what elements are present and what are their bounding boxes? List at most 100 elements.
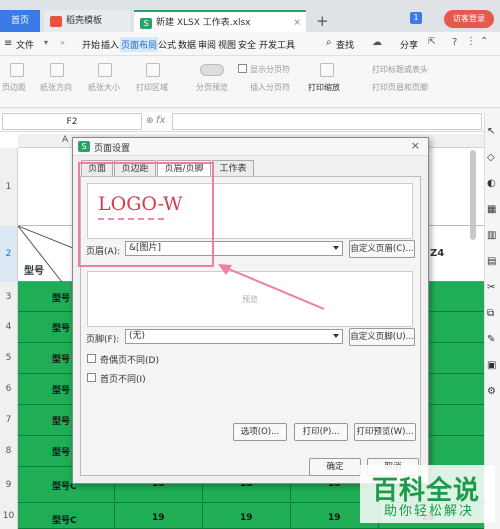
fx-label[interactable]: fx xyxy=(156,115,165,126)
spreadsheet-icon: S xyxy=(78,141,90,152)
shapes-icon[interactable]: ◇ xyxy=(487,152,495,163)
menu-formulas[interactable]: 公式 xyxy=(158,38,176,51)
margins-icon[interactable] xyxy=(10,63,24,77)
zoom-icon[interactable]: ⊕ xyxy=(146,116,154,126)
page-break-preview-button[interactable]: 分页预览 xyxy=(196,82,228,93)
vertical-scrollbar[interactable] xyxy=(470,150,476,240)
tab-home[interactable]: 首页 xyxy=(0,10,40,32)
footer-select-value: (无) xyxy=(129,331,146,341)
notification-badge[interactable]: 1 xyxy=(410,12,422,24)
menu-search[interactable]: 查找 xyxy=(336,38,354,51)
docer-icon xyxy=(50,16,62,27)
print-scale-button[interactable]: 打印缩放 xyxy=(308,82,340,93)
model-cell[interactable]: 型号 xyxy=(52,291,70,304)
dialog-title: 页面设置 xyxy=(94,144,131,154)
tools-icon[interactable]: ✂ xyxy=(487,282,495,293)
menu-home[interactable]: 开始 xyxy=(82,38,100,51)
paper-size-icon[interactable] xyxy=(98,63,112,77)
menu-file[interactable]: 文件 xyxy=(16,38,34,51)
help-icon[interactable]: ? xyxy=(452,37,457,48)
page-break-toggle[interactable] xyxy=(200,64,224,76)
value-cell[interactable]: 19 xyxy=(328,513,341,523)
row-header-4[interactable]: 4 xyxy=(0,312,18,343)
style-icon[interactable]: ◐ xyxy=(487,178,496,189)
tab-sheet[interactable]: 工作表 xyxy=(212,160,254,176)
new-tab-button[interactable]: + xyxy=(316,12,329,30)
close-icon[interactable]: × xyxy=(411,139,420,152)
odd-even-checkbox[interactable] xyxy=(87,354,96,363)
settings-icon[interactable]: ⚙ xyxy=(487,386,496,397)
row-header-2[interactable]: 2 xyxy=(0,226,18,282)
filter-icon[interactable]: ▤ xyxy=(487,256,496,267)
value-cell[interactable]: 19 xyxy=(152,513,165,523)
menu-data[interactable]: 数据 xyxy=(178,38,196,51)
row2-model-label: 型号 xyxy=(24,266,44,277)
show-page-break-checkbox[interactable] xyxy=(238,64,247,73)
footer-select[interactable]: (无) xyxy=(125,329,343,344)
model-cell[interactable]: 型号 xyxy=(52,352,70,365)
margins-button[interactable]: 页边距 xyxy=(2,82,26,93)
more-icon[interactable]: » xyxy=(60,38,65,47)
table-icon[interactable]: ▦ xyxy=(487,204,496,215)
hamburger-icon[interactable]: ≡ xyxy=(4,38,12,49)
close-tab-icon[interactable]: × xyxy=(293,12,301,34)
menu-page-layout[interactable]: 页面布局 xyxy=(120,37,159,52)
print-titles-button[interactable]: 打印标题或表头 xyxy=(372,64,428,75)
orientation-icon[interactable] xyxy=(50,63,64,77)
chart-icon[interactable]: ▥ xyxy=(487,230,496,241)
export-icon[interactable]: ⇱ xyxy=(428,37,436,47)
insert-page-break-button[interactable]: 插入分页符 xyxy=(250,82,290,93)
print-scale-icon[interactable] xyxy=(320,63,334,77)
orientation-button[interactable]: 纸张方向 xyxy=(40,82,72,93)
menu-insert[interactable]: 插入 xyxy=(101,38,119,51)
value-cell[interactable]: 19 xyxy=(240,513,253,523)
name-box[interactable]: F2 xyxy=(2,113,142,130)
cursor-icon[interactable]: ↖ xyxy=(487,126,495,137)
share-button[interactable]: 分享 xyxy=(400,38,418,51)
copy-icon[interactable]: ⧉ xyxy=(487,308,494,319)
formula-input[interactable] xyxy=(172,113,482,130)
options-button[interactable]: 选项(O)... xyxy=(233,423,287,441)
model-cell[interactable]: 型号 xyxy=(52,414,70,427)
highlight-box xyxy=(78,162,214,267)
model-cell[interactable]: 型号 xyxy=(52,445,70,458)
row-header-10[interactable]: 10 xyxy=(0,503,18,529)
spreadsheet-icon: S xyxy=(140,18,152,29)
custom-header-button[interactable]: 自定义页眉(C)... xyxy=(349,240,415,258)
paper-size-button[interactable]: 纸张大小 xyxy=(88,82,120,93)
model-cell[interactable]: 型号C xyxy=(52,513,77,526)
collapse-ribbon-icon[interactable]: ⌃ xyxy=(480,36,488,47)
cloud-icon[interactable]: ☁ xyxy=(372,37,382,48)
row-header-7[interactable]: 7 xyxy=(0,405,18,436)
print-button[interactable]: 打印(P)... xyxy=(294,423,348,441)
row-header-6[interactable]: 6 xyxy=(0,374,18,405)
print-header-footer-button[interactable]: 打印页眉和页脚 xyxy=(372,82,428,93)
tab-templates[interactable]: 稻壳模板 xyxy=(44,10,130,32)
print-area-icon[interactable] xyxy=(146,63,160,77)
footer-label: 页脚(F): xyxy=(86,335,120,345)
menu-developer[interactable]: 开发工具 xyxy=(259,38,295,51)
image-icon[interactable]: ▣ xyxy=(487,360,496,371)
note-icon[interactable]: ✎ xyxy=(487,334,495,345)
custom-footer-button[interactable]: 自定义页脚(U)... xyxy=(349,328,415,346)
row-header-9[interactable]: 9 xyxy=(0,467,18,503)
row-header-8[interactable]: 8 xyxy=(0,436,18,467)
menu-view[interactable]: 视图 xyxy=(218,38,236,51)
search-icon[interactable]: ⌕ xyxy=(326,37,332,48)
row-header-1[interactable]: 1 xyxy=(0,148,18,226)
tab-workbook[interactable]: S 新建 XLSX 工作表.xlsx × xyxy=(134,10,306,32)
row-header-5[interactable]: 5 xyxy=(0,343,18,374)
print-preview-button[interactable]: 打印预览(W)... xyxy=(354,423,416,441)
first-page-checkbox[interactable] xyxy=(87,373,96,382)
model-cell[interactable]: 型号 xyxy=(52,321,70,334)
ok-button[interactable]: 确定 xyxy=(309,458,361,476)
chevron-down-icon[interactable]: ▾ xyxy=(44,38,48,47)
column-a-header[interactable]: A xyxy=(62,135,68,145)
menu-review[interactable]: 审阅 xyxy=(198,38,216,51)
more-options-icon[interactable]: ⋮ xyxy=(466,36,476,47)
row-header-3[interactable]: 3 xyxy=(0,282,18,312)
model-cell[interactable]: 型号 xyxy=(52,383,70,396)
guest-login-button[interactable]: 访客登录 xyxy=(444,10,494,28)
menu-security[interactable]: 安全 xyxy=(238,38,256,51)
print-area-button[interactable]: 打印区域 xyxy=(136,82,168,93)
